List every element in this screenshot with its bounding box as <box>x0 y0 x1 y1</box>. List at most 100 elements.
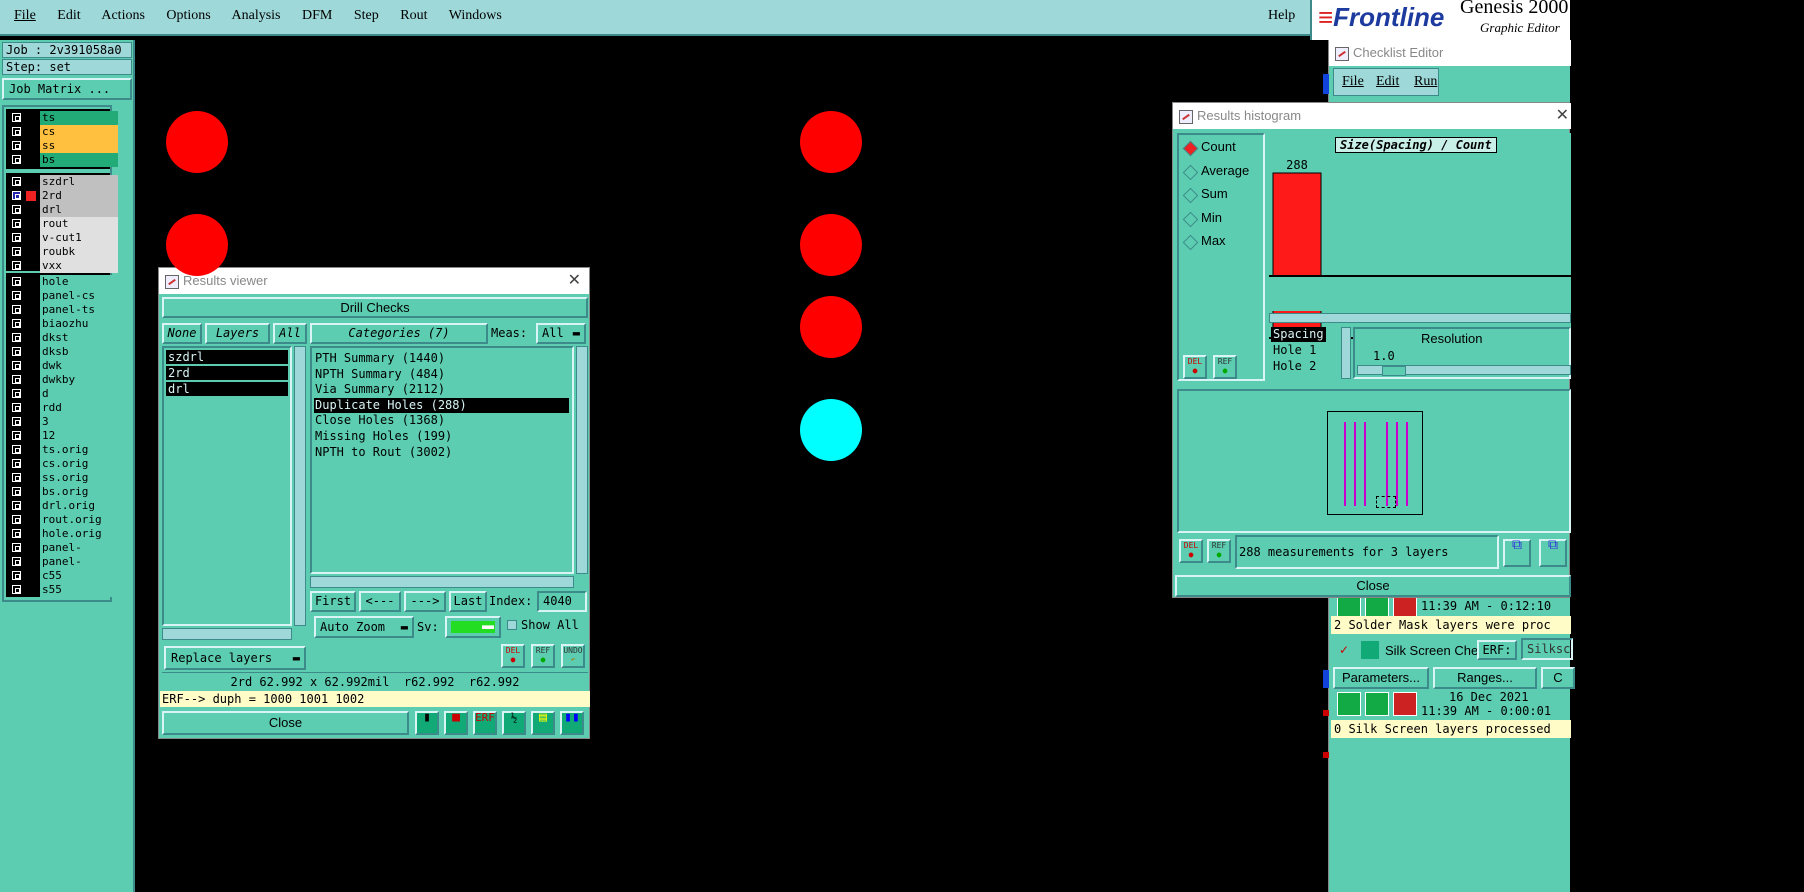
layer-row[interactable]: rout <box>10 217 118 231</box>
layer-row[interactable]: 2rd <box>10 189 118 203</box>
layer-name[interactable]: 2rd <box>40 189 118 203</box>
silk-screen-check-label[interactable]: Silk Screen Che <box>1385 643 1478 658</box>
layer-row[interactable]: drl.orig <box>10 499 118 513</box>
layer-name[interactable]: dwk <box>40 359 118 373</box>
mode-label[interactable]: Count <box>1201 139 1236 154</box>
layer-name[interactable]: d <box>40 387 118 401</box>
layer-checkbox[interactable] <box>12 473 21 482</box>
layer-checkbox[interactable] <box>12 247 21 256</box>
layer-name[interactable]: rdd <box>40 401 118 415</box>
layer-name[interactable]: panel-cs.or: <box>40 541 118 568</box>
layer-checkbox[interactable] <box>12 375 21 384</box>
notes-icon[interactable]: ▤ <box>531 711 555 735</box>
layer-row[interactable]: s55 <box>10 583 118 597</box>
checklist-editor-titlebar[interactable]: Checklist Editor <box>1329 40 1571 66</box>
category-item[interactable]: PTH Summary (1440) <box>314 351 569 366</box>
layer-checkbox[interactable] <box>12 403 21 412</box>
mode-radio[interactable] <box>1182 234 1199 251</box>
checklist-menu-edit[interactable]: Edit <box>1376 74 1399 90</box>
category-item[interactable]: Missing Holes (199) <box>314 429 569 444</box>
drill-pad[interactable] <box>800 111 862 173</box>
category-item[interactable]: Duplicate Holes (288) <box>314 397 569 413</box>
histogram-icon[interactable]: ▮▮ <box>560 711 584 735</box>
none-button[interactable]: None <box>162 323 202 344</box>
histogram-titlebar[interactable]: Results histogram ✕ <box>1173 103 1571 129</box>
layer-checkbox[interactable] <box>12 141 21 150</box>
layer-row[interactable]: bs <box>10 153 118 167</box>
layer-checkbox[interactable] <box>12 557 21 566</box>
layer-row[interactable]: panel-ts.or: <box>10 555 118 582</box>
layer-list-vscroll[interactable] <box>294 346 306 626</box>
layer-row[interactable]: biaozhu <box>10 317 118 331</box>
layer-checkbox[interactable] <box>12 543 21 552</box>
layer-row[interactable]: rout.orig <box>10 513 118 527</box>
layer-checkbox[interactable] <box>12 191 21 200</box>
layer-checkbox[interactable] <box>12 205 21 214</box>
layer-name[interactable]: 12 <box>40 429 118 443</box>
layer-row[interactable]: vxx <box>10 259 118 273</box>
drill-pad[interactable] <box>800 296 862 358</box>
layer-checkbox[interactable] <box>12 177 21 186</box>
layer-checkbox[interactable] <box>12 233 21 242</box>
layer-checkbox[interactable] <box>12 389 21 398</box>
layer-row[interactable]: dwk <box>10 359 118 373</box>
layer-checkbox[interactable] <box>12 501 21 510</box>
layer-name[interactable]: roubk <box>40 245 118 259</box>
checklist-menu-file[interactable]: File <box>1342 74 1364 90</box>
layer-row[interactable]: ss.orig <box>10 471 118 485</box>
layer-checkbox[interactable] <box>12 319 21 328</box>
layer-checkbox[interactable] <box>12 459 21 468</box>
categories-button[interactable]: Categories (7) <box>310 323 488 344</box>
layer-row[interactable]: dwkby <box>10 373 118 387</box>
layer-row[interactable]: 12 <box>10 429 118 443</box>
menu-actions[interactable]: Actions <box>101 8 145 23</box>
menu-dfm[interactable]: DFM <box>302 8 332 23</box>
close-icon[interactable]: ✕ <box>1556 103 1569 129</box>
mode-radio[interactable] <box>1182 164 1199 180</box>
layer-row[interactable]: v-cut1 <box>10 231 118 245</box>
mode-label[interactable]: Min <box>1201 210 1222 225</box>
run-icon[interactable] <box>1337 692 1361 716</box>
chart-hscroll[interactable] <box>1269 313 1571 323</box>
layer-row[interactable]: bs.orig <box>10 485 118 499</box>
categories-list[interactable]: PTH Summary (1440) NPTH Summary (484) Via … <box>310 346 574 574</box>
ref-button[interactable]: REF ● <box>1207 539 1231 563</box>
layer-name[interactable]: ss.orig <box>40 471 118 485</box>
layer-name[interactable]: dwkby <box>40 373 118 387</box>
index-input[interactable]: 4040 <box>537 591 587 612</box>
layer-name[interactable]: hole <box>40 275 118 289</box>
layer-checkbox[interactable] <box>12 113 21 122</box>
layer-name[interactable]: s55 <box>40 583 118 597</box>
resolution-slider[interactable] <box>1357 365 1571 376</box>
checklist-flag-icon[interactable]: ✓ <box>1339 643 1349 658</box>
next-button[interactable]: ---> <box>404 591 446 612</box>
layer-row[interactable]: ss <box>10 139 118 153</box>
run-icon[interactable] <box>1365 692 1389 716</box>
result-layer-item[interactable]: szdrl <box>166 350 288 364</box>
drill-checks-header[interactable]: Drill Checks <box>162 297 588 318</box>
layer-checkbox[interactable] <box>12 445 21 454</box>
layer-row[interactable]: panel-ts <box>10 303 118 317</box>
categories-vscroll[interactable] <box>576 346 588 574</box>
del-button[interactable]: DEL ● <box>1179 539 1203 563</box>
layer-checkbox[interactable] <box>12 361 21 370</box>
layer-row[interactable]: panel-cs.or: <box>10 541 118 568</box>
mode-radio[interactable] <box>1182 140 1199 157</box>
auto-zoom-dropdown[interactable]: Auto Zoom ▬ <box>314 616 414 638</box>
parameters-button[interactable]: Parameters... <box>1333 667 1429 689</box>
layer-name[interactable]: drl <box>40 203 118 217</box>
erf-icon[interactable]: ERF <box>473 711 497 735</box>
key-list-vscroll[interactable] <box>1341 327 1351 379</box>
layers-button[interactable]: Layers <box>205 323 270 344</box>
menu-file[interactable]: File <box>14 8 36 23</box>
close-icon[interactable]: ✕ <box>568 268 581 294</box>
layer-checkbox[interactable] <box>12 585 21 594</box>
run-icon[interactable] <box>1393 692 1417 716</box>
layer-checkbox[interactable] <box>12 431 21 440</box>
half-icon[interactable]: ½ <box>502 711 526 735</box>
layer-checkbox[interactable] <box>12 515 21 524</box>
layer-name[interactable]: dksb <box>40 345 118 359</box>
marker-icon[interactable]: ▮ <box>415 711 439 735</box>
layer-name[interactable]: panel-ts.or: <box>40 555 118 582</box>
layer-row[interactable]: cs <box>10 125 118 139</box>
